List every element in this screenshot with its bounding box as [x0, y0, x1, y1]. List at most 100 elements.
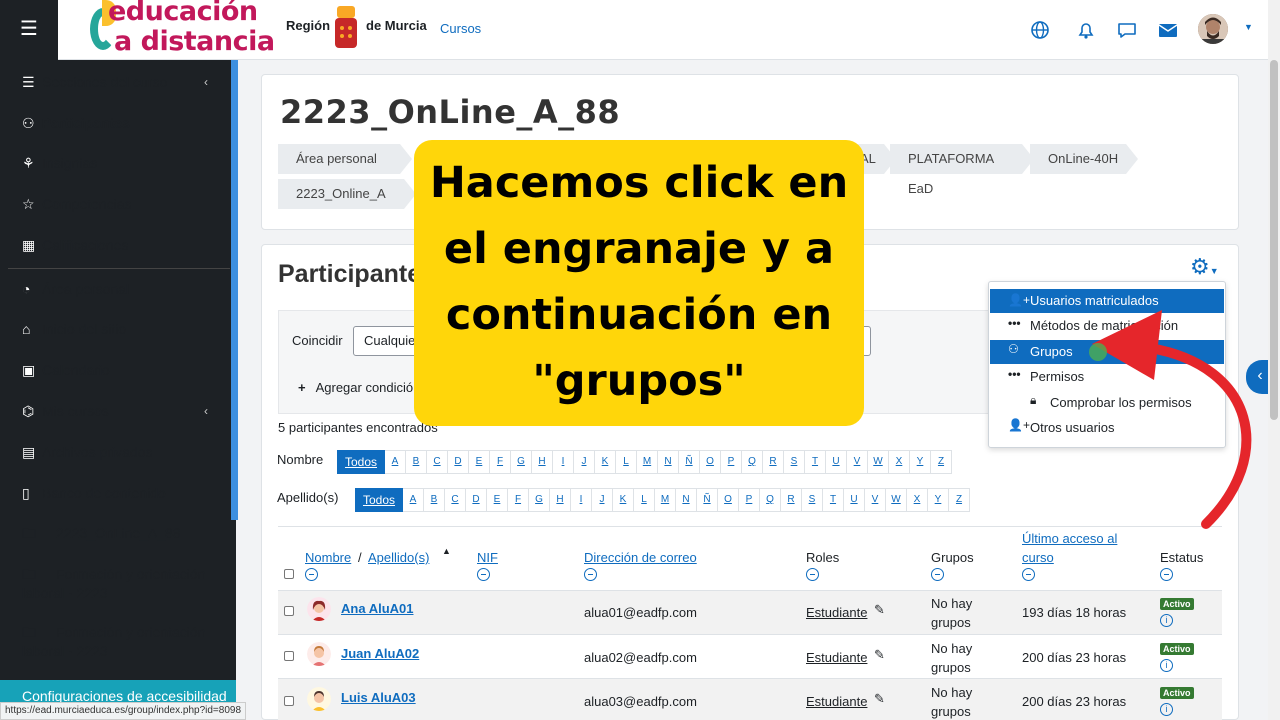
edit-role-pencil-icon[interactable]: ✎	[874, 691, 885, 707]
info-icon[interactable]: i	[1160, 703, 1173, 716]
first-initial-letter-button[interactable]: A	[385, 450, 406, 474]
user-menu-caret-icon[interactable]: ▼	[1244, 22, 1253, 32]
collapse-column-icon[interactable]	[1160, 568, 1173, 581]
chevron-left-icon[interactable]: ‹	[204, 404, 208, 418]
last-initial-all-button[interactable]: Todos	[355, 488, 403, 512]
sidebar-item-badges[interactable]: ⚘ Insignias	[22, 154, 222, 172]
first-initial-letter-button[interactable]: L	[616, 450, 637, 474]
sidebar-scrollbar[interactable]	[231, 60, 238, 520]
last-initial-letter-button[interactable]: N	[676, 488, 697, 512]
first-initial-letter-button[interactable]: J	[574, 450, 595, 474]
collapse-column-icon[interactable]	[584, 568, 597, 581]
last-initial-letter-button[interactable]: T	[823, 488, 844, 512]
first-initial-letter-button[interactable]: W	[868, 450, 889, 474]
first-initial-letter-button[interactable]: G	[511, 450, 532, 474]
row-checkbox[interactable]	[284, 651, 294, 661]
add-condition-button[interactable]: + Agregar condición	[298, 380, 420, 395]
row-checkbox[interactable]	[284, 696, 294, 706]
sidebar-course-item[interactable]: 🗀 Formación y orientación laboral - 2223	[22, 623, 222, 661]
last-initial-letter-button[interactable]: B	[424, 488, 445, 512]
collapse-column-icon[interactable]	[477, 568, 490, 581]
first-initial-letter-button[interactable]: Y	[910, 450, 931, 474]
user-name-link[interactable]: Luis AluA03	[341, 690, 416, 705]
sidebar-item-dashboard[interactable]: ◔ Área personal	[22, 280, 222, 298]
first-initial-letter-button[interactable]: Ñ	[679, 450, 700, 474]
last-initial-letter-button[interactable]: I	[571, 488, 592, 512]
select-all-checkbox[interactable]	[284, 569, 294, 579]
last-initial-letter-button[interactable]: X	[907, 488, 928, 512]
sidebar-item-sections[interactable]: ☰ Secciones del curso	[22, 73, 222, 91]
courses-link[interactable]: Cursos	[440, 21, 481, 36]
last-initial-letter-button[interactable]: Ñ	[697, 488, 718, 512]
last-initial-letter-button[interactable]: W	[886, 488, 907, 512]
last-initial-letter-button[interactable]: Q	[760, 488, 781, 512]
edit-role-pencil-icon[interactable]: ✎	[874, 602, 885, 618]
first-initial-letter-button[interactable]: H	[532, 450, 553, 474]
first-initial-letter-button[interactable]: I	[553, 450, 574, 474]
collapse-column-icon[interactable]	[806, 568, 819, 581]
drawer-toggle-button[interactable]: ☰	[0, 0, 58, 60]
first-initial-letter-button[interactable]: U	[826, 450, 847, 474]
first-initial-letter-button[interactable]: B	[406, 450, 427, 474]
breadcrumb-item[interactable]: PLATAFORMA EaD	[890, 144, 1034, 196]
page-scrollbar-thumb[interactable]	[1270, 60, 1278, 420]
last-initial-letter-button[interactable]: G	[529, 488, 550, 512]
last-initial-letter-button[interactable]: M	[655, 488, 676, 512]
first-initial-letter-button[interactable]: Z	[931, 450, 952, 474]
first-initial-letter-button[interactable]: K	[595, 450, 616, 474]
last-initial-letter-button[interactable]: Y	[928, 488, 949, 512]
user-name-link[interactable]: Juan AluA02	[341, 646, 419, 661]
row-checkbox[interactable]	[284, 606, 294, 616]
mail-icon[interactable]	[1156, 18, 1180, 42]
last-initial-letter-button[interactable]: J	[592, 488, 613, 512]
first-initial-all-button[interactable]: Todos	[337, 450, 385, 474]
bell-icon[interactable]	[1074, 18, 1098, 42]
sidebar-item-my-courses[interactable]: ⌬ Mis cursos	[22, 402, 222, 420]
last-initial-letter-button[interactable]: V	[865, 488, 886, 512]
sort-last-access-link-2[interactable]: curso	[1022, 550, 1054, 565]
sort-last-access-link[interactable]: Último acceso al	[1022, 531, 1117, 546]
globe-icon[interactable]	[1028, 18, 1052, 42]
breadcrumb-item[interactable]: Área personal	[278, 144, 412, 174]
last-initial-letter-button[interactable]: O	[718, 488, 739, 512]
first-initial-letter-button[interactable]: S	[784, 450, 805, 474]
sidebar-item-grades[interactable]: ▦ Calificaciones	[22, 236, 222, 254]
last-initial-letter-button[interactable]: H	[550, 488, 571, 512]
collapse-column-icon[interactable]	[931, 568, 944, 581]
collapse-column-icon[interactable]	[305, 568, 318, 581]
last-initial-letter-button[interactable]: F	[508, 488, 529, 512]
last-initial-letter-button[interactable]: S	[802, 488, 823, 512]
last-initial-letter-button[interactable]: A	[403, 488, 424, 512]
sidebar-item-participants[interactable]: ⚇ Participantes	[22, 114, 222, 132]
last-initial-letter-button[interactable]: R	[781, 488, 802, 512]
last-initial-letter-button[interactable]: K	[613, 488, 634, 512]
sidebar-course-item[interactable]: 🗀 Formación y orientación laboral - 2223	[22, 565, 222, 603]
last-initial-letter-button[interactable]: Z	[949, 488, 970, 512]
first-initial-letter-button[interactable]: P	[721, 450, 742, 474]
chat-icon[interactable]	[1115, 18, 1139, 42]
sort-surname-link[interactable]: Apellido(s)	[368, 550, 429, 565]
first-initial-letter-button[interactable]: C	[427, 450, 448, 474]
first-initial-letter-button[interactable]: D	[448, 450, 469, 474]
sidebar-item-home[interactable]: ⌂ Inicio del sitio	[22, 320, 222, 338]
user-avatar[interactable]	[1198, 14, 1228, 44]
first-initial-letter-button[interactable]: O	[700, 450, 721, 474]
gear-icon[interactable]: ⚙▼	[1190, 254, 1219, 280]
sidebar-item-calendar[interactable]: ▣ Calendario	[22, 361, 222, 379]
first-initial-letter-button[interactable]: E	[469, 450, 490, 474]
site-logo[interactable]: educación a distancia	[88, 0, 288, 60]
last-initial-letter-button[interactable]: C	[445, 488, 466, 512]
first-initial-letter-button[interactable]: V	[847, 450, 868, 474]
last-initial-letter-button[interactable]: L	[634, 488, 655, 512]
last-initial-letter-button[interactable]: E	[487, 488, 508, 512]
sidebar-item-private-files[interactable]: ▤ Archivos privados	[22, 443, 222, 461]
first-initial-letter-button[interactable]: Q	[742, 450, 763, 474]
user-name-link[interactable]: Ana AluA01	[341, 601, 413, 616]
sidebar-course-item[interactable]: 🗀 2223_OnLine_A_88	[22, 524, 222, 543]
info-icon[interactable]: i	[1160, 614, 1173, 627]
sort-nif-link[interactable]: NIF	[477, 550, 498, 565]
first-initial-letter-button[interactable]: T	[805, 450, 826, 474]
first-initial-letter-button[interactable]: M	[637, 450, 658, 474]
edit-role-pencil-icon[interactable]: ✎	[874, 647, 885, 663]
sort-name-link[interactable]: Nombre	[305, 550, 351, 565]
